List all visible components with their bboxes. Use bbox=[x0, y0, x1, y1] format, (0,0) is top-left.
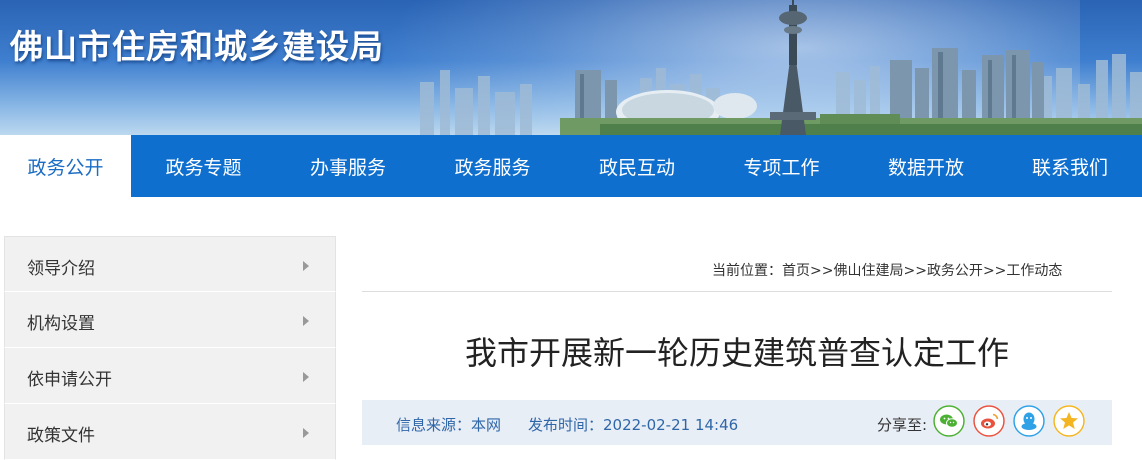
breadcrumb-separator: >> bbox=[982, 263, 1007, 279]
nav-item-gov-topics[interactable]: 政务专题 bbox=[131, 135, 276, 197]
chevron-right-icon bbox=[303, 372, 309, 382]
sidebar-item-disclosure-on-request[interactable]: 依申请公开 bbox=[4, 348, 336, 404]
sidebar-item-organization[interactable]: 机构设置 bbox=[4, 292, 336, 348]
sidebar: 领导介绍 机构设置 依申请公开 政策文件 bbox=[4, 236, 336, 460]
breadcrumb-separator: >> bbox=[903, 263, 927, 279]
nav-item-contact-us[interactable]: 联系我们 bbox=[998, 135, 1142, 197]
nav-item-public-interaction[interactable]: 政民互动 bbox=[565, 135, 709, 197]
chevron-right-icon bbox=[303, 428, 309, 438]
breadcrumb-separator: >> bbox=[810, 263, 834, 279]
site-banner: 佛山市住房和城乡建设局 bbox=[0, 0, 1142, 135]
article-source: 信息来源：本网 bbox=[396, 416, 502, 434]
article-title: 我市开展新一轮历史建筑普查认定工作 bbox=[464, 334, 1009, 372]
breadcrumb-divider bbox=[362, 291, 1112, 292]
wechat-icon[interactable] bbox=[933, 405, 965, 437]
article-publish-time: 发布时间：2022-02-21 14:46 bbox=[528, 416, 739, 434]
breadcrumb-item-home[interactable]: 首页 bbox=[782, 263, 810, 279]
sidebar-item-label: 机构设置 bbox=[27, 314, 95, 334]
qq-icon[interactable] bbox=[1013, 405, 1045, 437]
sidebar-item-label: 领导介绍 bbox=[27, 259, 95, 279]
nav-item-special-work[interactable]: 专项工作 bbox=[709, 135, 854, 197]
nav-item-gov-services[interactable]: 政务服务 bbox=[420, 135, 565, 197]
breadcrumb-prefix: 当前位置： bbox=[712, 263, 782, 279]
nav-item-office-services[interactable]: 办事服务 bbox=[276, 135, 420, 197]
sidebar-item-leadership[interactable]: 领导介绍 bbox=[4, 236, 336, 292]
chevron-right-icon bbox=[303, 316, 309, 326]
share-label: 分享至: bbox=[877, 416, 928, 434]
nav-item-open-data[interactable]: 数据开放 bbox=[854, 135, 998, 197]
breadcrumb-item-gov-info[interactable]: 政务公开 bbox=[927, 263, 983, 279]
article-meta-bar: 信息来源：本网 发布时间：2022-02-21 14:46 分享至: bbox=[362, 400, 1112, 445]
breadcrumb: 当前位置：首页>>佛山住建局>>政务公开>>工作动态 bbox=[712, 260, 1062, 280]
sidebar-item-policy-documents[interactable]: 政策文件 bbox=[4, 404, 336, 460]
nav-item-gov-info-disclosure[interactable]: 政务公开 bbox=[0, 135, 131, 197]
qzone-icon[interactable] bbox=[1053, 405, 1085, 437]
chevron-right-icon bbox=[303, 261, 309, 271]
sidebar-item-label: 政策文件 bbox=[27, 426, 95, 446]
weibo-icon[interactable] bbox=[973, 405, 1005, 437]
site-title: 佛山市住房和城乡建设局 bbox=[10, 27, 384, 66]
tv-tower bbox=[770, 0, 816, 135]
sidebar-item-label: 依申请公开 bbox=[27, 370, 112, 390]
main-nav: 政务公开 政务专题 办事服务 政务服务 政民互动 专项工作 数据开放 联系我们 bbox=[0, 135, 1142, 197]
breadcrumb-item-work-news[interactable]: 工作动态 bbox=[1006, 263, 1062, 279]
breadcrumb-item-bureau[interactable]: 佛山住建局 bbox=[833, 263, 903, 279]
